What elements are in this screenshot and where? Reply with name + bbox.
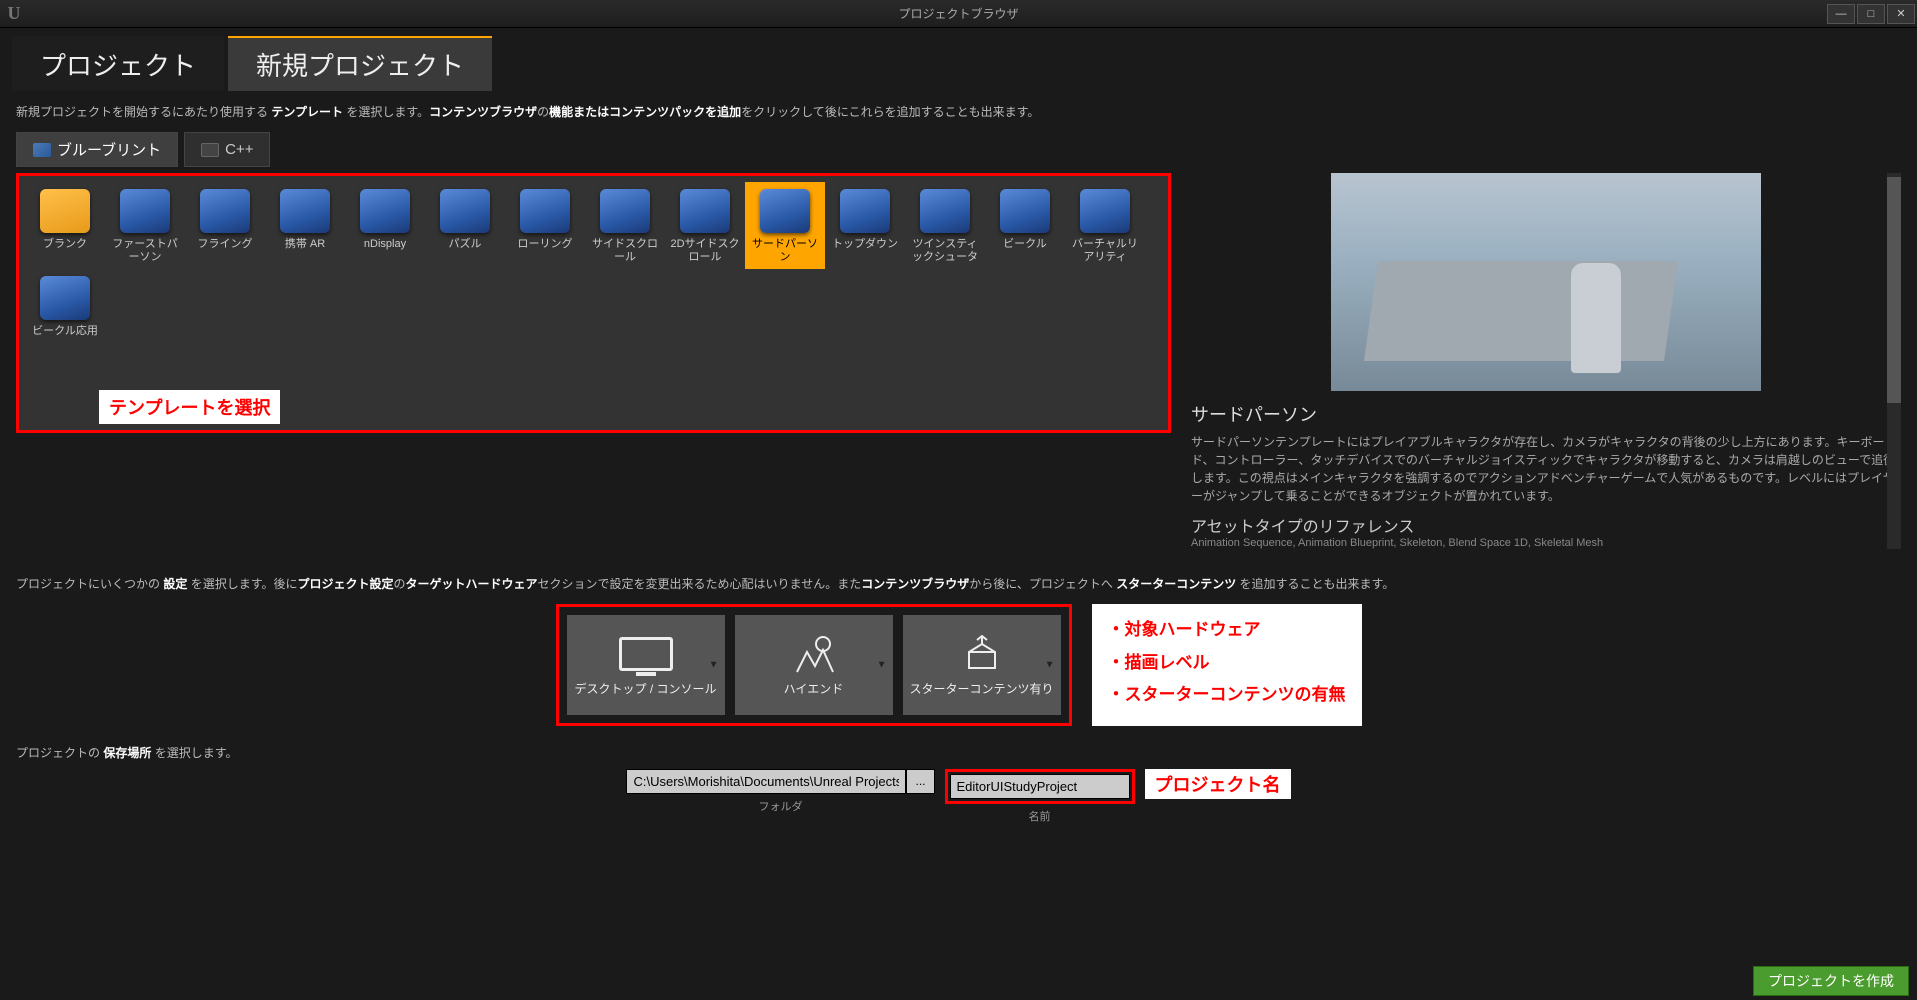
template-thumb-icon	[433, 186, 497, 236]
quality-icon	[786, 634, 842, 674]
main-tabs: プロジェクト 新規プロジェクト	[0, 28, 1917, 91]
asset-type-body: Animation Sequence, Animation Blueprint,…	[1191, 537, 1901, 549]
create-project-button[interactable]: プロジェクトを作成	[1753, 966, 1909, 996]
setting-starter-label: スターターコンテンツ有り	[909, 680, 1053, 697]
tab-cpp-label: C++	[225, 141, 253, 158]
template-label: ローリング	[507, 238, 583, 251]
template-thumb-icon	[673, 186, 737, 236]
template-label: サードパーソン	[747, 238, 823, 264]
template-thumb-icon	[993, 186, 1057, 236]
template-thumb-icon	[833, 186, 897, 236]
preview-image	[1331, 173, 1761, 391]
template-label: パズル	[427, 238, 503, 251]
template-item[interactable]: トップダウン	[825, 182, 905, 268]
annotation-project-name: プロジェクト名	[1145, 769, 1291, 799]
annotation-settings: ・対象ハードウェア ・描画レベル ・スターターコンテンツの有無	[1092, 604, 1362, 726]
template-thumb-icon	[193, 186, 257, 236]
template-label: 2Dサイドスクロール	[667, 238, 743, 264]
template-label: サイドスクロール	[587, 238, 663, 264]
asset-type-title: アセットタイプのリファレンス	[1191, 513, 1901, 537]
help-text-2: プロジェクトにいくつかの 設定 を選択します。後にプロジェクト設定のターゲットハ…	[16, 575, 1901, 594]
preview-title: サードパーソン	[1191, 401, 1901, 427]
template-label: トップダウン	[827, 238, 903, 251]
close-button[interactable]: ✕	[1887, 4, 1915, 24]
tab-blueprint[interactable]: ブルーブリント	[16, 132, 178, 167]
template-thumb-icon	[353, 186, 417, 236]
template-item[interactable]: 2Dサイドスクロール	[665, 182, 745, 268]
help-text-3: プロジェクトの 保存場所 を選択します。	[16, 744, 1901, 761]
template-thumb-icon	[753, 186, 817, 236]
template-thumb-icon	[513, 186, 577, 236]
chevron-down-icon: ▼	[1045, 660, 1055, 671]
folder-input[interactable]	[626, 769, 906, 794]
annotation-template-select: テンプレートを選択	[99, 390, 280, 424]
template-item[interactable]: サイドスクロール	[585, 182, 665, 268]
title-bar: U プロジェクトブラウザ — □ ✕	[0, 0, 1917, 28]
template-label: ブランク	[27, 238, 103, 251]
template-item[interactable]: ビークル応用	[25, 269, 105, 342]
template-thumb-icon	[33, 186, 97, 236]
sub-tabs: ブルーブリント C++	[16, 132, 1901, 167]
template-item[interactable]: ローリング	[505, 182, 585, 268]
template-thumb-icon	[33, 273, 97, 323]
chevron-down-icon: ▼	[877, 660, 887, 671]
template-label: バーチャルリアリティ	[1067, 238, 1143, 264]
template-item[interactable]: nDisplay	[345, 182, 425, 268]
template-label: フライング	[187, 238, 263, 251]
template-item[interactable]: バーチャルリアリティ	[1065, 182, 1145, 268]
tab-projects[interactable]: プロジェクト	[12, 36, 224, 91]
template-label: ビークル	[987, 238, 1063, 251]
template-item[interactable]: ツインスティックシュータ	[905, 182, 985, 268]
template-thumb-icon	[593, 186, 657, 236]
project-name-input[interactable]	[950, 774, 1130, 799]
template-thumb-icon	[273, 186, 337, 236]
maximize-button[interactable]: □	[1857, 4, 1885, 24]
box-icon	[954, 634, 1010, 674]
template-item[interactable]: 携帯 AR	[265, 182, 345, 268]
template-thumb-icon	[1073, 186, 1137, 236]
template-thumb-icon	[113, 186, 177, 236]
setting-quality-label: ハイエンド	[784, 680, 844, 697]
template-item[interactable]: ブランク	[25, 182, 105, 268]
template-item[interactable]: ファーストパーソン	[105, 182, 185, 268]
window-title: プロジェクトブラウザ	[898, 5, 1018, 22]
setting-hardware-label: デスクトップ / コンソール	[574, 680, 716, 697]
name-box-highlight	[945, 769, 1135, 804]
template-item[interactable]: ビークル	[985, 182, 1065, 268]
template-item[interactable]: サードパーソン	[745, 182, 825, 268]
preview-description: サードパーソンテンプレートにはプレイアブルキャラクタが存在し、カメラがキャラクタ…	[1191, 433, 1901, 505]
template-grid: ブランクファーストパーソンフライング携帯 ARnDisplayパズルローリングサ…	[16, 173, 1171, 433]
template-label: 携帯 AR	[267, 238, 343, 251]
help-text-1: 新規プロジェクトを開始するにあたり使用する テンプレート を選択します。コンテン…	[16, 103, 1901, 122]
setting-quality[interactable]: ハイエンド ▼	[735, 615, 893, 715]
template-label: nDisplay	[347, 238, 423, 251]
tab-blueprint-label: ブルーブリント	[57, 139, 161, 160]
setting-starter[interactable]: スターターコンテンツ有り ▼	[903, 615, 1061, 715]
chevron-down-icon: ▼	[709, 660, 719, 671]
cpp-icon	[201, 143, 219, 157]
preview-panel: サードパーソン サードパーソンテンプレートにはプレイアブルキャラクタが存在し、カ…	[1191, 173, 1901, 549]
blueprint-icon	[33, 143, 51, 157]
preview-scrollbar[interactable]	[1887, 173, 1901, 549]
desktop-icon	[618, 634, 674, 674]
template-item[interactable]: パズル	[425, 182, 505, 268]
tab-new-project[interactable]: 新規プロジェクト	[228, 36, 492, 91]
template-label: ファーストパーソン	[107, 238, 183, 264]
name-label: 名前	[1029, 808, 1051, 824]
template-label: ビークル応用	[27, 325, 103, 338]
template-label: ツインスティックシュータ	[907, 238, 983, 264]
template-item[interactable]: フライング	[185, 182, 265, 268]
unreal-logo-icon: U	[0, 0, 28, 28]
setting-hardware[interactable]: デスクトップ / コンソール ▼	[567, 615, 725, 715]
settings-box: デスクトップ / コンソール ▼ ハイエンド ▼ スターターコンテンツ有り ▼	[556, 604, 1072, 726]
template-thumb-icon	[913, 186, 977, 236]
folder-label: フォルダ	[758, 798, 802, 814]
tab-cpp[interactable]: C++	[184, 132, 270, 167]
minimize-button[interactable]: —	[1827, 4, 1855, 24]
browse-button[interactable]: ...	[906, 769, 934, 794]
